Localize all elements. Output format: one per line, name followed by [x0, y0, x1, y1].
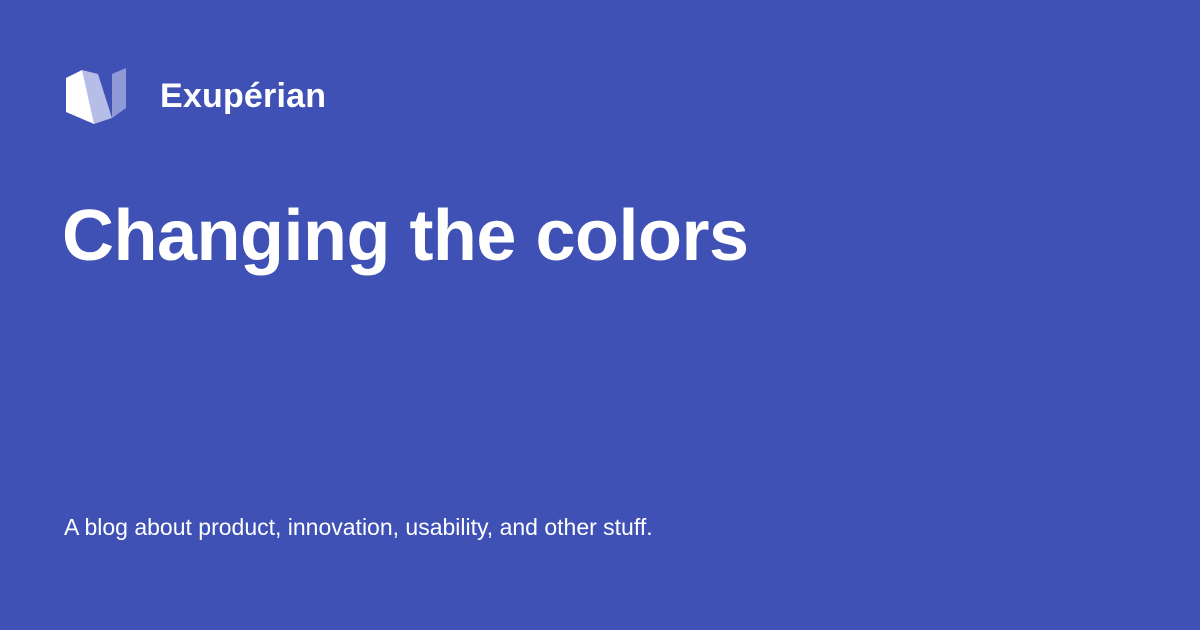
post-title: Changing the colors — [62, 196, 749, 276]
brand: Exupérian — [64, 68, 326, 124]
social-share-card: Exupérian Changing the colors A blog abo… — [0, 0, 1200, 630]
site-tagline: A blog about product, innovation, usabil… — [64, 514, 653, 540]
book-logo-icon — [66, 68, 126, 124]
brand-name: Exupérian — [160, 77, 327, 115]
